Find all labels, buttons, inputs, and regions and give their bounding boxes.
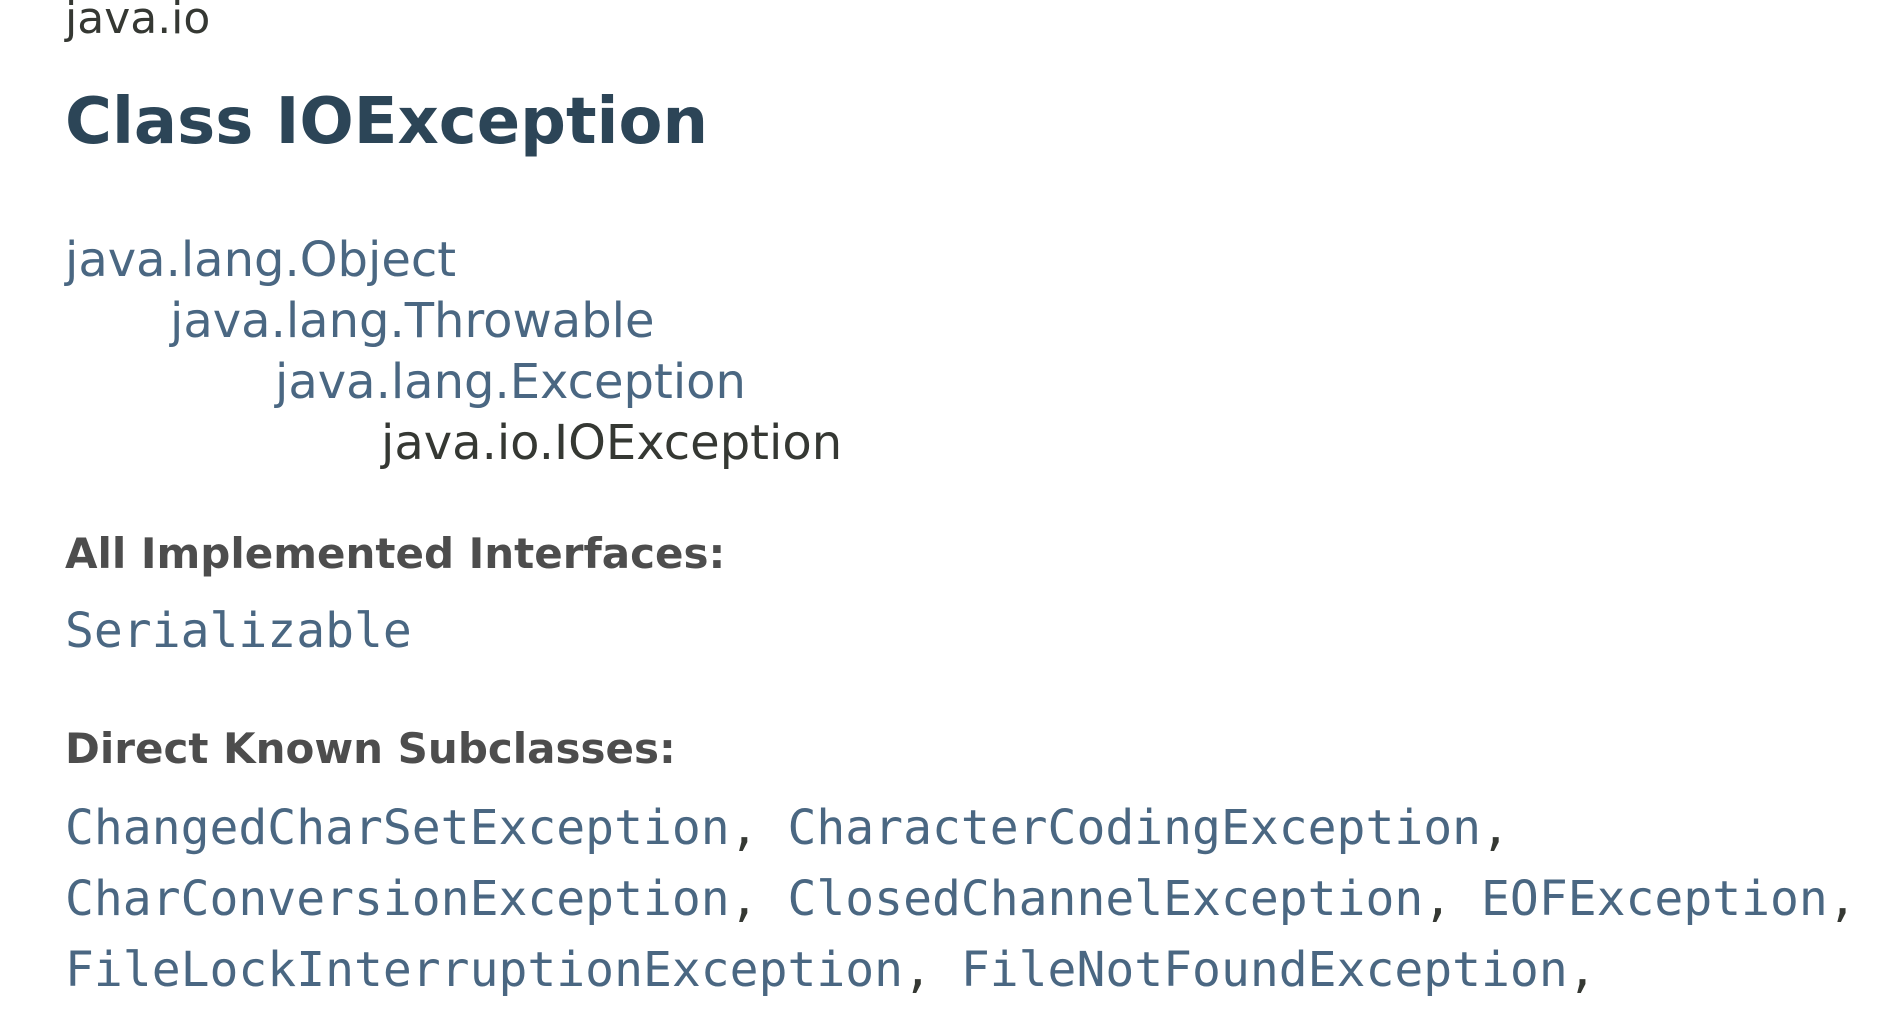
link-file-lock-interruption-exception[interactable]: FileLockInterruptionException: [65, 942, 903, 998]
inheritance-level-1: java.lang.Object: [65, 230, 842, 291]
inheritance-level-4: java.io.IOException: [65, 413, 842, 474]
link-java-lang-object[interactable]: java.lang.Object: [65, 232, 456, 288]
link-serializable[interactable]: Serializable: [65, 603, 412, 659]
separator: ,: [1423, 871, 1482, 927]
package-name: java.io: [65, 0, 211, 44]
link-eof-exception[interactable]: EOFException: [1481, 871, 1828, 927]
implemented-interfaces-list: Serializable: [65, 596, 1904, 667]
inheritance-level-2: java.lang.Throwable: [65, 291, 842, 352]
implemented-interfaces-heading: All Implemented Interfaces:: [65, 529, 726, 578]
current-class-name: java.io.IOException: [381, 415, 843, 471]
page-title: Class IOException: [65, 85, 708, 159]
inheritance-level-3: java.lang.Exception: [65, 352, 842, 413]
link-file-not-found-exception[interactable]: FileNotFoundException: [961, 942, 1568, 998]
link-changed-char-set-exception[interactable]: ChangedCharSetException: [65, 800, 730, 856]
separator: ,: [729, 871, 788, 927]
direct-subclasses-heading: Direct Known Subclasses:: [65, 724, 676, 773]
link-character-coding-exception[interactable]: CharacterCodingException: [787, 800, 1481, 856]
link-char-conversion-exception[interactable]: CharConversionException: [65, 871, 730, 927]
separator: ,: [1827, 871, 1857, 927]
link-java-lang-exception[interactable]: java.lang.Exception: [275, 354, 746, 410]
separator: ,: [1567, 942, 1597, 998]
inheritance-tree: java.lang.Object java.lang.Throwable jav…: [65, 230, 842, 474]
list-item: Serializable: [65, 596, 1904, 667]
direct-subclasses-list: ChangedCharSetException, CharacterCoding…: [65, 793, 1904, 1006]
subclasses-row-1: ChangedCharSetException, CharacterCoding…: [65, 793, 1904, 864]
separator: ,: [903, 942, 961, 998]
separator: ,: [729, 800, 788, 856]
subclasses-row-3: FileLockInterruptionException, FileNotFo…: [65, 935, 1904, 1006]
separator: ,: [1481, 800, 1510, 856]
link-closed-channel-exception[interactable]: ClosedChannelException: [787, 871, 1423, 927]
subclasses-row-2: CharConversionException, ClosedChannelEx…: [65, 864, 1904, 935]
link-java-lang-throwable[interactable]: java.lang.Throwable: [170, 293, 655, 349]
